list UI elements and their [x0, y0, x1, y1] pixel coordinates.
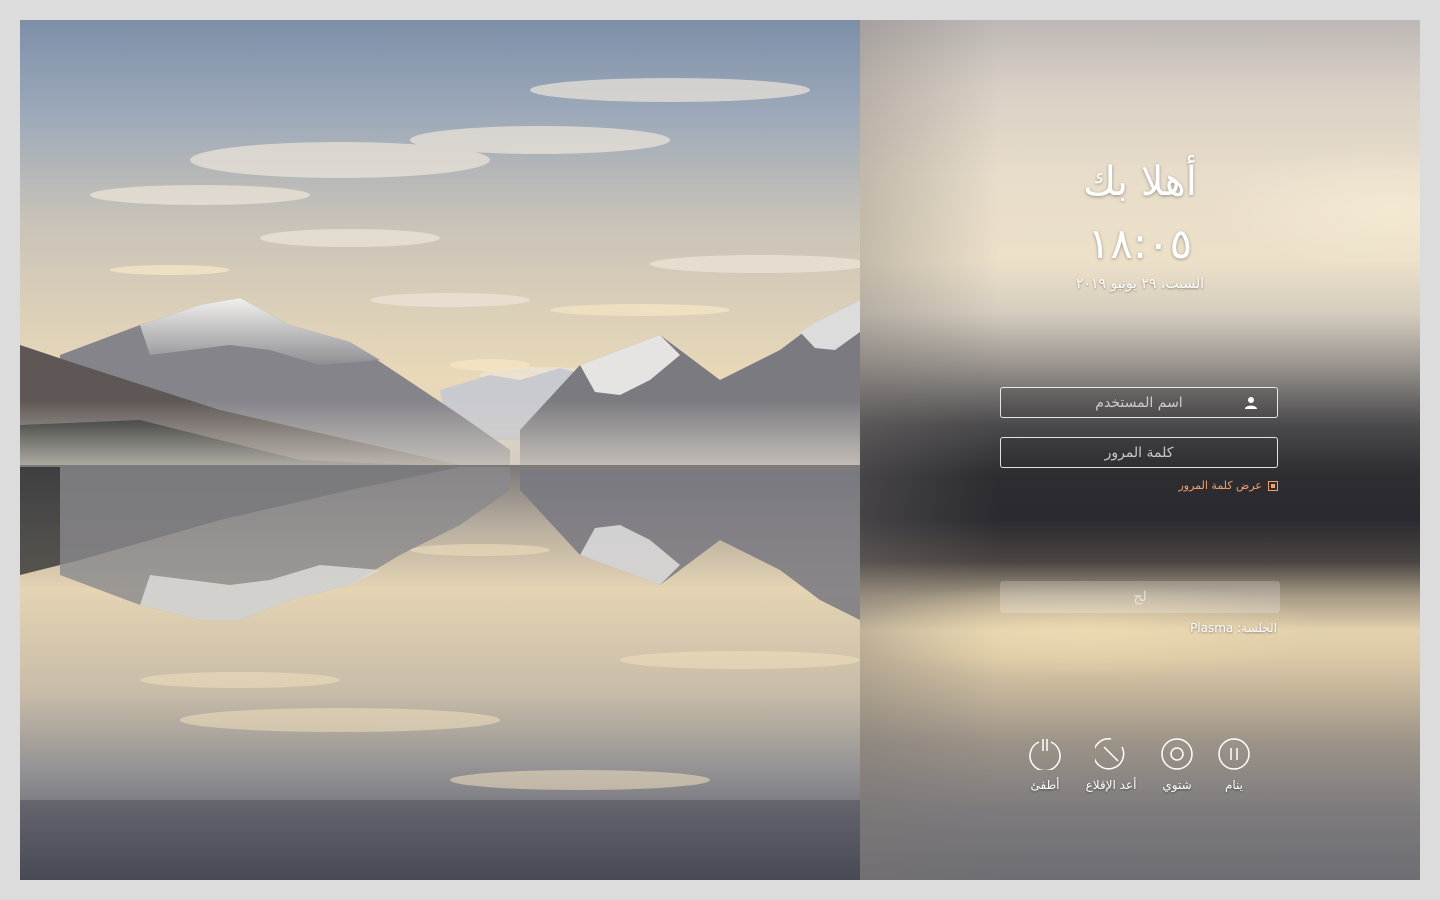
login-panel: أهلا بك ١٨:٠٥ السبت، ٢٩ يونيو ٢٠١٩ اسم ا…: [860, 20, 1420, 880]
shutdown-button[interactable]: أطفئ: [1005, 738, 1085, 794]
hibernate-icon: [1161, 738, 1193, 770]
shutdown-label: أطفئ: [1030, 778, 1060, 792]
power-icon: [1029, 739, 1061, 770]
wallpaper-image: [20, 20, 860, 880]
power-actions: ينام شتوي أعد الإقلاع أطفئ: [860, 20, 1420, 880]
login-screen: أهلا بك ١٨:٠٥ السبت، ٢٩ يونيو ٢٠١٩ اسم ا…: [20, 20, 1420, 880]
pause-icon: [1218, 738, 1250, 770]
restart-icon: [1095, 738, 1125, 770]
